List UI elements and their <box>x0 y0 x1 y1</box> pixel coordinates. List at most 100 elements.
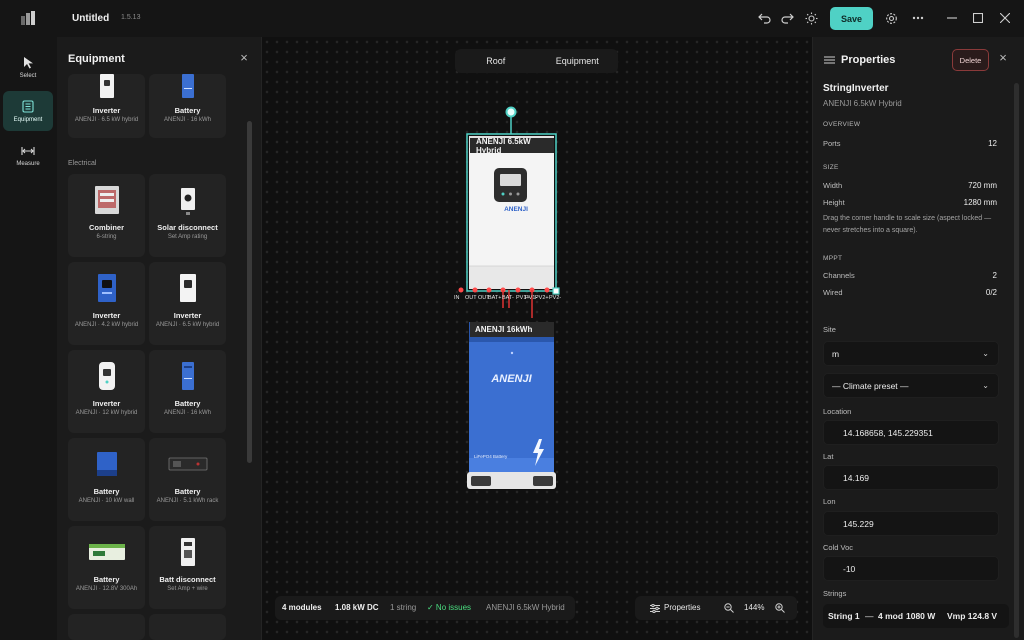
card-subtitle: ANENJI · 16 kWh <box>163 117 211 123</box>
properties-scrollbar[interactable] <box>1014 83 1019 638</box>
app-version: 1.5.13 <box>121 14 141 21</box>
equipment-card-inverter-12[interactable]: Inverter ANENJI · 12 kW hybrid <box>68 350 145 433</box>
equipment-card-partial[interactable] <box>149 614 226 640</box>
lon-field[interactable]: 145.229 <box>823 511 999 536</box>
equipment-card-battery-wall[interactable]: Battery ANENJI · 10 kW wall <box>68 438 145 521</box>
lat-field[interactable]: 14.169 <box>823 465 999 490</box>
undo-icon[interactable] <box>756 10 772 26</box>
measure-icon <box>21 144 35 158</box>
strings-label: Strings <box>823 589 847 598</box>
overview-heading: OVERVIEW <box>823 121 861 128</box>
equipment-card-inverter-4-2[interactable]: Inverter ANENJI · 4.2 kW hybrid <box>68 262 145 345</box>
design-canvas[interactable]: Roof Equipment ANENJI 6.5kW Hybrid ANENJ… <box>262 37 812 640</box>
component-model: ANENJI 6.5kW Hybrid <box>823 99 902 108</box>
properties-title: Properties <box>841 54 896 66</box>
battery-tag: LiFePO4 Battery <box>474 454 508 459</box>
height-key: Height <box>823 198 845 207</box>
cold-voc-field[interactable]: -10 <box>823 556 999 581</box>
equipment-icon <box>21 100 35 114</box>
theme-sun-icon[interactable] <box>803 10 819 26</box>
width-value: 720 mm <box>968 181 997 190</box>
rail-measure[interactable]: Measure <box>3 135 53 175</box>
battery-thumbnail-icon <box>181 74 194 98</box>
equipment-card-battery-16-b[interactable]: Battery ANENJI · 16 kWh <box>149 350 226 433</box>
app-logo-icon <box>21 11 35 25</box>
card-subtitle: Set Amp rating <box>167 234 208 240</box>
card-name: Inverter <box>92 311 121 320</box>
modules-count: 4 modules <box>282 603 322 612</box>
maximize-icon[interactable] <box>970 10 986 26</box>
status-bar: 4 modules 1.08 kW DC 1 string ✓ No issue… <box>275 596 575 620</box>
wired-value: 0/2 <box>985 288 997 297</box>
size-heading: SIZE <box>823 164 839 171</box>
port-labels: IN OUT OUT BAT+ BAT- PV1+ PV1- PV2+ PV2- <box>454 295 566 303</box>
card-subtitle: ANENJI · 5.1 kWh rack <box>156 498 219 504</box>
cursor-icon <box>21 56 35 70</box>
equipment-card-solar-disconnect[interactable]: Solar disconnect Set Amp rating <box>149 174 226 257</box>
battery-12v-thumbnail-icon <box>88 544 125 560</box>
equipment-card-partial[interactable] <box>68 614 145 640</box>
tab-roof[interactable]: Roof <box>455 56 537 66</box>
card-name: Battery <box>174 106 201 115</box>
view-tabs: Roof Equipment <box>455 49 618 73</box>
delete-button[interactable]: Delete <box>952 49 989 71</box>
solar-disconnect-thumbnail-icon <box>180 188 195 215</box>
site-select[interactable]: m ⌄ <box>823 341 999 366</box>
battery-rack-thumbnail-icon <box>168 457 207 471</box>
card-name: Batt disconnect <box>159 575 216 584</box>
close-icon[interactable]: × <box>238 51 250 64</box>
document-title[interactable]: Untitled <box>72 13 109 24</box>
equipment-card-battery-rack[interactable]: Battery ANENJI · 5.1 kWh rack <box>149 438 226 521</box>
gear-icon[interactable] <box>883 10 899 26</box>
string-name: String 1 <box>828 611 860 621</box>
selected-equipment: ANENJI 6.5kW Hybrid <box>486 603 565 612</box>
save-button[interactable]: Save <box>830 7 873 30</box>
card-subtitle: 6-string <box>96 234 117 240</box>
equipment-card-combiner[interactable]: Combiner 6-string <box>68 174 145 257</box>
inverter-label: ANENJI 6.5kW Hybrid <box>470 137 554 155</box>
card-name: Combiner <box>88 223 124 232</box>
equipment-card-battery-12v[interactable]: Battery ANENJI · 12.8V 300Ah <box>68 526 145 609</box>
card-name: Battery <box>93 575 120 584</box>
location-field[interactable]: 14.168658, 145.229351 <box>823 420 999 445</box>
wired-key: Wired <box>823 288 843 297</box>
zoom-out-icon[interactable] <box>724 603 734 613</box>
equipment-card-inverter-6-5-b[interactable]: Inverter ANENJI · 6.5 kW hybrid <box>149 262 226 345</box>
redo-icon[interactable] <box>779 10 795 26</box>
cold-voc-label: Cold Voc <box>823 543 854 552</box>
card-name: Inverter <box>92 106 121 115</box>
card-subtitle: ANENJI · 4.2 kW hybrid <box>74 322 139 328</box>
string-separator: — <box>865 611 874 621</box>
tab-equipment[interactable]: Equipment <box>537 56 619 66</box>
rail-select[interactable]: Select <box>3 47 53 87</box>
inverter-thumbnail-icon <box>179 274 196 302</box>
channels-value: 2 <box>992 271 997 280</box>
string-row[interactable]: String 1 — 4 mod 1080 W Vmp 124.8 V <box>823 604 1009 628</box>
battery-thumbnail-icon <box>96 452 117 476</box>
close-icon[interactable]: × <box>997 51 1009 64</box>
equipment-card-battery-16[interactable]: Battery ANENJI · 16 kWh <box>149 74 226 138</box>
rail-select-label: Select <box>19 72 37 79</box>
properties-toggle[interactable]: Properties <box>664 603 700 612</box>
equipment-panel: Equipment × Inverter ANENJI · 6.5 kW hyb… <box>57 37 262 640</box>
equipment-card-inverter-6-5[interactable]: Inverter ANENJI · 6.5 kW hybrid <box>68 74 145 138</box>
rail-equipment[interactable]: Equipment <box>3 91 53 131</box>
dc-power: 1.08 kW DC <box>335 603 379 612</box>
minimize-icon[interactable] <box>944 10 960 26</box>
more-icon[interactable] <box>910 10 926 26</box>
inverter-brand: ANENJI <box>504 206 528 213</box>
zoom-in-icon[interactable] <box>775 603 785 613</box>
port-pv2-plus-label: PV2+ <box>535 295 549 301</box>
card-subtitle: ANENJI · 12 kW hybrid <box>75 410 138 416</box>
rotate-handle <box>505 106 517 118</box>
battery-label: ANENJI 16kWh <box>470 322 554 337</box>
close-window-icon[interactable] <box>997 10 1013 26</box>
port-pv2-minus-label: PV2- <box>549 295 562 301</box>
climate-preset-select[interactable]: — Climate preset — ⌄ <box>823 373 999 398</box>
card-subtitle: Set Amp + wire <box>167 586 208 592</box>
card-subtitle: ANENJI · 12.8V 300Ah <box>75 586 138 592</box>
equipment-scrollbar[interactable] <box>247 121 252 463</box>
properties-sliders-icon[interactable] <box>650 604 660 613</box>
equipment-card-batt-disconnect[interactable]: Batt disconnect Set Amp + wire <box>149 526 226 609</box>
chevron-down-icon: ⌄ <box>982 349 989 358</box>
